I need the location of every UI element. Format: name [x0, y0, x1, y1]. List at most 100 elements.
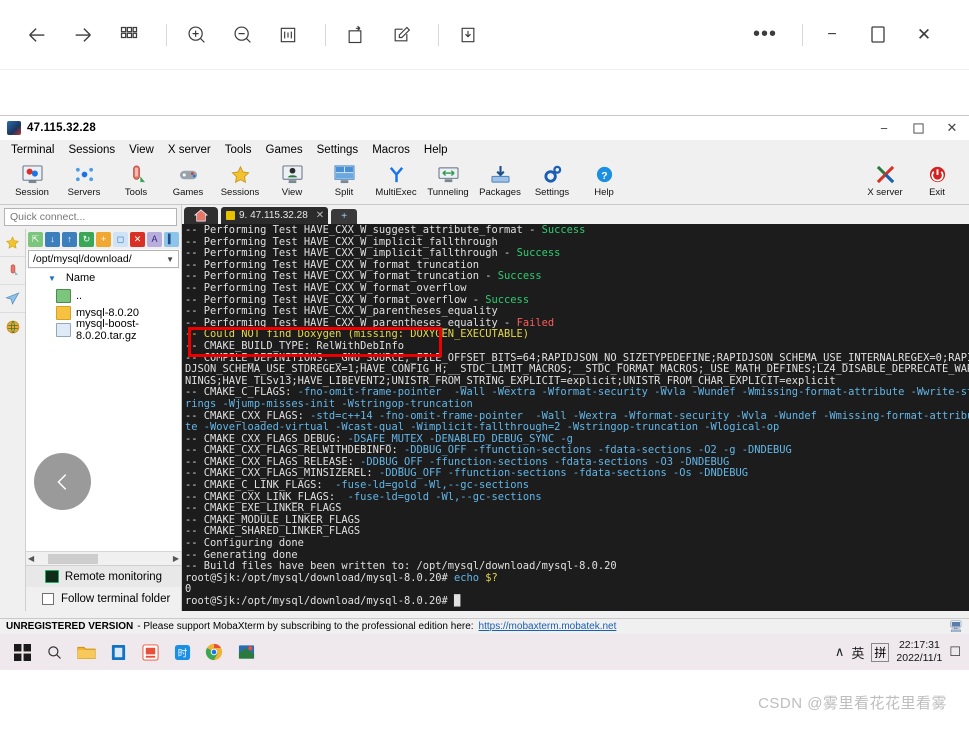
follow-terminal-folder-row[interactable]: Follow terminal folder	[26, 587, 181, 611]
ribbon-session[interactable]: Session	[6, 161, 58, 198]
save-icon[interactable]	[449, 16, 487, 54]
text-mode-icon[interactable]: A	[147, 231, 162, 247]
list-item[interactable]: mysql-boost-8.0.20.tar.gz	[26, 318, 181, 342]
menu-settings[interactable]: Settings	[310, 142, 366, 158]
terminal-tab[interactable]: 9. 47.115.32.28 ✕	[221, 207, 329, 224]
more-options-icon[interactable]: •••	[746, 16, 784, 54]
ribbon-xserver[interactable]: X server	[859, 161, 911, 198]
scrollbar-track[interactable]	[36, 553, 171, 564]
rotate-icon[interactable]	[336, 16, 374, 54]
games-icon	[178, 162, 199, 186]
binary-mode-icon[interactable]: ▍	[164, 231, 179, 247]
edit-icon[interactable]	[382, 16, 420, 54]
file-list-horizontal-scrollbar[interactable]: ◀ ▶	[26, 551, 181, 565]
scrollbar-thumb[interactable]	[48, 553, 99, 564]
window-maximize-button[interactable]	[859, 16, 897, 54]
file-name: ..	[76, 289, 83, 302]
sort-triangle-icon[interactable]: ▼	[48, 274, 56, 283]
menu-macros[interactable]: Macros	[365, 142, 417, 158]
bookmarks-star-icon[interactable]	[0, 229, 25, 257]
mobaxterm-menubar: Terminal Sessions View X server Tools Ga…	[0, 140, 969, 159]
menu-xserver[interactable]: X server	[161, 142, 218, 158]
terminal-tab-label: 9. 47.115.32.28	[239, 210, 308, 221]
ribbon-servers[interactable]: Servers	[58, 161, 110, 198]
moba-close-button[interactable]: ✕	[935, 116, 969, 140]
ribbon-settings[interactable]: Settings	[526, 161, 578, 198]
ribbon-help[interactable]: ? Help	[578, 161, 630, 198]
upload-icon[interactable]: ↑	[62, 231, 77, 247]
actual-size-icon[interactable]	[269, 16, 307, 54]
ribbon-tunneling[interactable]: Tunneling	[422, 161, 474, 198]
ribbon-split[interactable]: Split	[318, 161, 370, 198]
ribbon-multiexec[interactable]: MultiExec	[370, 161, 422, 198]
back-icon[interactable]	[18, 16, 56, 54]
globe-icon[interactable]	[0, 313, 25, 341]
ribbon-exit[interactable]: Exit	[911, 161, 963, 198]
new-tab-button[interactable]: +	[331, 209, 358, 224]
taskbar-clock[interactable]: 22:17:31 2022/11/1	[896, 639, 942, 665]
terminal-output[interactable]: -- Performing Test HAVE_CXX_W_suggest_at…	[182, 224, 969, 611]
menu-tools[interactable]: Tools	[218, 142, 259, 158]
zoom-out-icon[interactable]	[223, 16, 261, 54]
moba-restore-button[interactable]	[901, 116, 935, 140]
ribbon-packages[interactable]: Packages	[474, 161, 526, 198]
sftp-path-bar[interactable]: /opt/mysql/download/ ▼	[28, 250, 179, 268]
refresh-icon[interactable]: ↻	[79, 231, 94, 247]
remote-monitoring-label: Remote monitoring	[64, 570, 163, 583]
remote-monitoring-button[interactable]: Remote monitoring	[26, 565, 181, 587]
window-close-button[interactable]: ✕	[905, 16, 943, 54]
unregistered-message: - Please support MobaXterm by subscribin…	[137, 621, 474, 632]
zoom-in-icon[interactable]	[177, 16, 215, 54]
scroll-left-arrow-icon[interactable]: ◀	[28, 554, 34, 563]
menu-terminal[interactable]: Terminal	[4, 142, 61, 158]
app-red-button[interactable]	[134, 636, 166, 668]
mobaxterm-link[interactable]: https://mobaxterm.mobatek.net	[479, 621, 617, 632]
ribbon-games[interactable]: Games	[162, 161, 214, 198]
download-icon[interactable]: ↓	[45, 231, 60, 247]
search-button[interactable]	[38, 636, 70, 668]
sidebar-collapse-button[interactable]	[34, 453, 91, 510]
menu-help[interactable]: Help	[417, 142, 455, 158]
scroll-right-arrow-icon[interactable]: ▶	[173, 554, 179, 563]
ribbon-tools[interactable]: Tools	[110, 161, 162, 198]
notification-center-icon[interactable]: ☐	[949, 644, 961, 660]
ribbon-sessions[interactable]: Sessions	[214, 161, 266, 198]
forward-icon[interactable]	[64, 16, 102, 54]
list-item[interactable]: ..	[26, 287, 181, 304]
chevron-down-icon[interactable]: ▼	[166, 255, 174, 264]
ribbon-games-label: Games	[172, 187, 204, 198]
ime-language-icon[interactable]: 英	[851, 643, 864, 662]
quick-connect-input[interactable]: Quick connect...	[4, 208, 177, 226]
menu-games[interactable]: Games	[259, 142, 310, 158]
menu-view[interactable]: View	[122, 142, 161, 158]
home-tab[interactable]	[184, 207, 218, 224]
tray-expand-icon[interactable]: ∧	[835, 644, 845, 660]
ribbon-view[interactable]: View	[266, 161, 318, 198]
dictionary-button[interactable]: 时	[166, 636, 198, 668]
close-icon[interactable]: ✕	[316, 210, 324, 221]
file-explorer-button[interactable]	[70, 636, 102, 668]
window-minimize-button[interactable]: −	[813, 16, 851, 54]
ribbon-multiexec-label: MultiExec	[375, 187, 417, 198]
microsoft-store-button[interactable]	[102, 636, 134, 668]
grid-view-icon[interactable]	[110, 16, 148, 54]
tools-thermometer-icon[interactable]	[0, 257, 25, 285]
ime-mode-icon[interactable]: 拼	[871, 642, 890, 662]
folder-icon	[56, 305, 71, 320]
ribbon-settings-label: Settings	[534, 187, 570, 198]
up-folder-icon[interactable]: ⇱	[28, 231, 43, 247]
ribbon-view-label: View	[281, 187, 303, 198]
archive-file-icon	[56, 322, 71, 337]
menu-sessions[interactable]: Sessions	[61, 142, 122, 158]
new-folder-icon[interactable]: +	[96, 231, 111, 247]
display-status-icon[interactable]: 🖥	[949, 620, 969, 633]
moba-minimize-button[interactable]: −	[867, 116, 901, 140]
mobaxterm-button[interactable]	[230, 636, 262, 668]
sftp-plane-icon[interactable]	[0, 285, 25, 313]
new-file-icon[interactable]: ◻	[113, 231, 128, 247]
chrome-button[interactable]	[198, 636, 230, 668]
terminal-screen[interactable]: -- Performing Test HAVE_CXX_W_suggest_at…	[182, 224, 969, 611]
start-button[interactable]	[6, 636, 38, 668]
delete-icon[interactable]: ✕	[130, 231, 145, 247]
follow-terminal-folder-checkbox[interactable]	[42, 593, 54, 605]
